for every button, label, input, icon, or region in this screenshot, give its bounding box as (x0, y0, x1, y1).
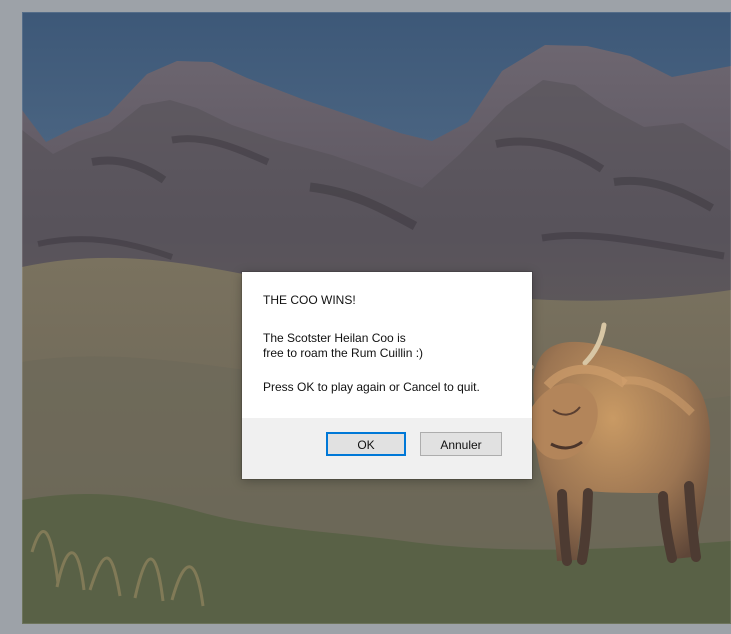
game-result-dialog: THE COO WINS! The Scotster Heilan Coo is… (242, 272, 532, 479)
cancel-button[interactable]: Annuler (420, 432, 502, 456)
game-result-message-line-2: free to roam the Rum Cuillin :) (263, 346, 424, 360)
game-result-title: THE COO WINS! (263, 293, 356, 307)
game-result-message-line-1: The Scotster Heilan Coo is (263, 331, 406, 345)
dialog-button-bar: OK Annuler (242, 418, 532, 479)
play-again-instruction: Press OK to play again or Cancel to quit… (263, 380, 480, 394)
ok-button[interactable]: OK (326, 432, 406, 456)
dialog-message-area: THE COO WINS! The Scotster Heilan Coo is… (242, 272, 532, 418)
game-window: THE COO WINS! The Scotster Heilan Coo is… (0, 0, 731, 634)
